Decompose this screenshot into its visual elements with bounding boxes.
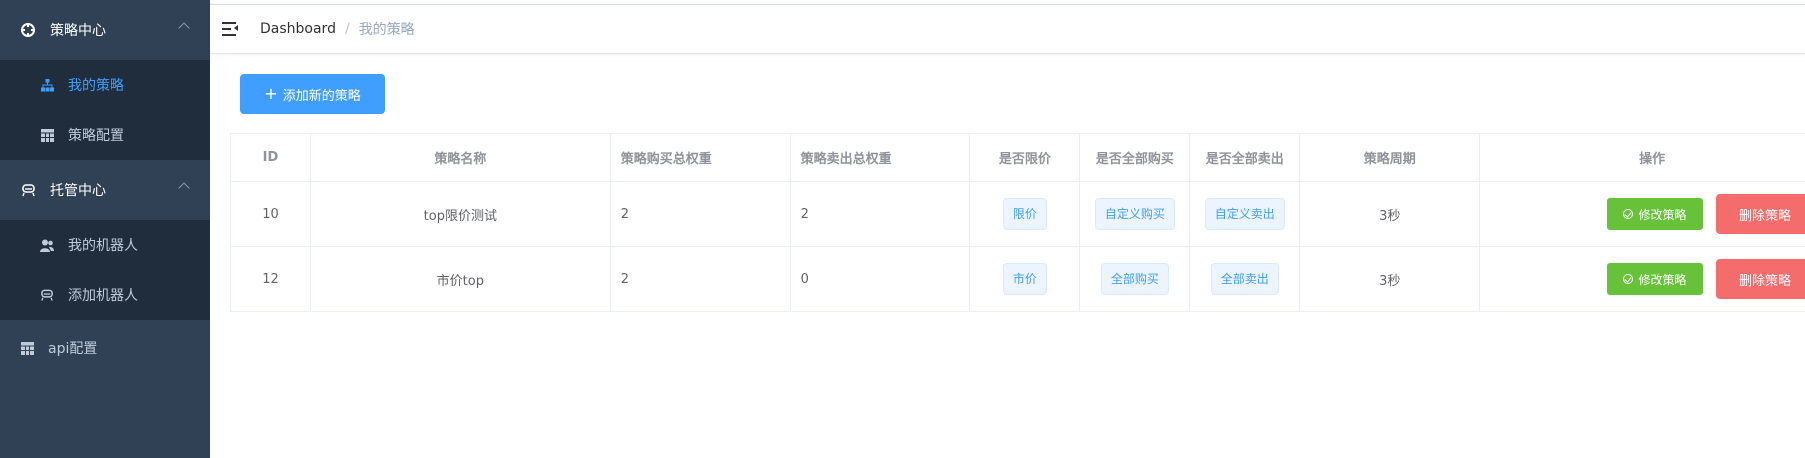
sidebar: 策略中心 我的策略 策略配置 托管中心 我的机器人 添加机器人 api配置 [0,0,210,458]
breadcrumb-separator: / [344,21,350,37]
cell-buy-all: 自定义购买 [1079,181,1191,247]
sitemap-icon [40,78,54,92]
submenu-strategy: 我的策略 策略配置 [0,60,210,160]
add-strategy-label: 添加新的策略 [282,88,361,104]
menu-title-label: 托管中心 [50,183,106,199]
delete-strategy-button[interactable]: 删除策略 [1716,259,1805,299]
column-header: 是否全部购买 [1079,133,1191,182]
breadcrumb-current: 我的策略 [358,22,415,38]
edit-strategy-button[interactable]: 修改策略 [1607,198,1703,230]
limit-tag: 市价 [1002,263,1047,295]
navbar: Dashboard / 我的策略 [210,4,1805,54]
table-icon [40,128,54,142]
cell-period: 3秒 [1299,246,1481,312]
cell-buy-all: 全部购买 [1079,246,1191,312]
menu-title-label: 策略中心 [50,23,106,39]
sidebar-item-label: 我的机器人 [68,238,138,254]
cell-period: 3秒 [1299,181,1481,247]
table-header-row: ID 策略名称 策略购买总权重 策略卖出总权重 是否限价 是否全部购买 是否全部… [230,133,1805,182]
table-icon [20,341,34,355]
cell-sell-weight: 2 [789,181,971,247]
buy-all-tag: 全部购买 [1100,263,1169,295]
cell-actions: 修改策略 删除策略 [1479,181,1805,247]
column-header: 策略卖出总权重 [789,133,971,182]
robot-icon [40,288,54,302]
sell-all-tag: 自定义卖出 [1204,198,1285,230]
cell-limit: 限价 [969,181,1081,247]
cell-sell-weight: 0 [789,246,971,312]
cell-id: 12 [230,246,311,312]
cell-sell-all: 全部卖出 [1189,246,1301,312]
sidebar-item-my-robots[interactable]: 我的机器人 [0,220,210,270]
chevron-up-icon [178,22,190,34]
buy-all-tag: 自定义购买 [1094,198,1175,230]
main-content: + 添加新的策略 ID 策略名称 策略购买总权重 策略卖出总权重 是否限价 是否… [210,55,1805,458]
sidebar-item-api-config[interactable]: api配置 [0,320,210,376]
sidebar-item-label: 我的策略 [68,78,124,94]
cell-actions: 修改策略 删除策略 [1479,246,1805,312]
users-icon [40,238,54,252]
column-header: ID [230,133,311,182]
edit-strategy-button[interactable]: 修改策略 [1607,263,1703,295]
cell-name: 市价top [309,246,611,312]
plus-icon: + [264,84,278,103]
target-icon [20,22,36,38]
menu-title-hosting-center[interactable]: 托管中心 [0,160,210,220]
edit-strategy-label: 修改策略 [1638,207,1687,222]
delete-strategy-button[interactable]: 删除策略 [1716,194,1805,234]
chevron-up-icon [178,182,190,194]
sidebar-item-label: api配置 [48,341,98,357]
column-header: 操作 [1479,133,1805,182]
menu-title-strategy-center[interactable]: 策略中心 [0,0,210,60]
breadcrumb: Dashboard / 我的策略 [260,19,415,39]
sidebar-item-label: 添加机器人 [68,288,138,304]
check-circle-icon [1623,274,1634,284]
sidebar-item-strategy-config[interactable]: 策略配置 [0,110,210,160]
column-header: 策略周期 [1299,133,1481,182]
edit-strategy-label: 修改策略 [1638,272,1687,287]
column-header: 是否全部卖出 [1189,133,1301,182]
check-circle-icon [1623,209,1634,219]
limit-tag: 限价 [1002,198,1047,230]
cell-sell-all: 自定义卖出 [1189,181,1301,247]
table-row: 12 市价top 2 0 市价 全部购买 全部卖出 3秒 修改策略 删除策略 [230,246,1805,312]
sidebar-item-label: 策略配置 [68,128,124,144]
column-header: 策略名称 [309,133,611,182]
menu-group-hosting: 托管中心 我的机器人 添加机器人 [0,160,210,320]
column-header: 策略购买总权重 [609,133,791,182]
cell-buy-weight: 2 [609,246,791,312]
add-strategy-button[interactable]: + 添加新的策略 [240,74,385,114]
robot-icon [20,182,36,198]
cell-name: top限价测试 [309,181,611,247]
breadcrumb-home-link[interactable]: Dashboard [260,21,336,37]
cell-limit: 市价 [969,246,1081,312]
table-row: 10 top限价测试 2 2 限价 自定义购买 自定义卖出 3秒 修改策略 删除策… [230,181,1805,247]
cell-buy-weight: 2 [609,181,791,247]
column-header: 是否限价 [969,133,1081,182]
submenu-hosting: 我的机器人 添加机器人 [0,220,210,320]
menu-group-strategy: 策略中心 我的策略 策略配置 [0,0,210,160]
sell-all-tag: 全部卖出 [1210,263,1279,295]
strategy-table: ID 策略名称 策略购买总权重 策略卖出总权重 是否限价 是否全部购买 是否全部… [230,133,1805,312]
sidebar-item-add-robot[interactable]: 添加机器人 [0,270,210,320]
cell-id: 10 [230,181,311,247]
sidebar-item-my-strategies[interactable]: 我的策略 [0,60,210,110]
menu-toggle-icon[interactable] [222,21,240,37]
